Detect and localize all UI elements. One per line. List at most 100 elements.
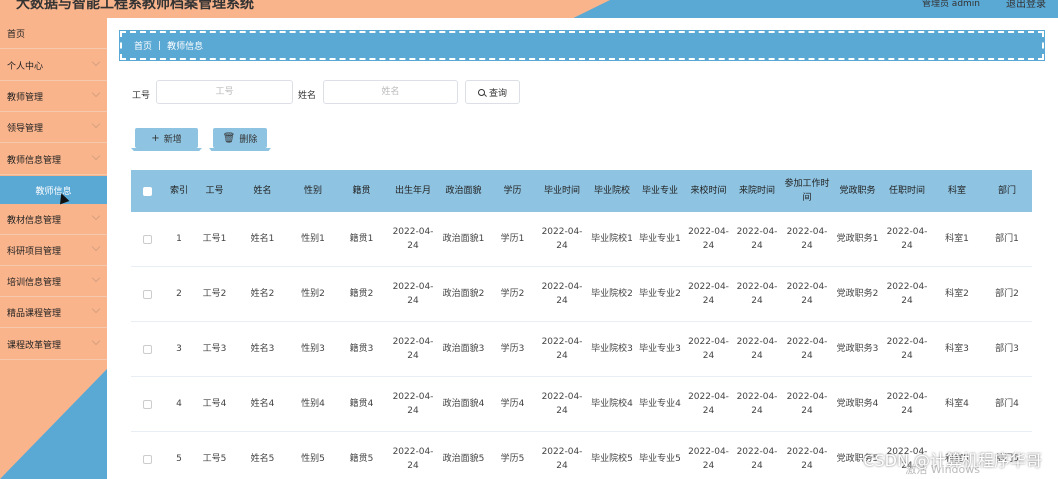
table-cell: 2022-04-24 xyxy=(786,227,828,251)
add-button[interactable]: + 新增 xyxy=(135,128,198,148)
column-header[interactable]: 毕业院校 xyxy=(588,170,636,212)
chevron-down-icon xyxy=(91,304,101,314)
select-all-checkbox-cell xyxy=(131,170,163,212)
column-header[interactable]: 学历 xyxy=(489,170,536,212)
sidebar-item[interactable]: 个人中心 xyxy=(0,50,107,81)
table-row[interactable]: 1 工号1 姓名1 性别1 籍贯1 2022-04-24 政治面貌1 学历1 2022-04-2… xyxy=(131,212,1032,267)
table-cell: 2022-04-24 xyxy=(392,392,434,416)
column-header[interactable]: 部门 xyxy=(982,170,1032,212)
breadcrumb: 首页 | 教师信息 xyxy=(119,30,1045,61)
column-header[interactable]: 性别 xyxy=(291,170,335,212)
table-row[interactable]: 2 工号2 姓名2 性别2 籍贯2 2022-04-24 政治面貌2 学历2 2022-04-2… xyxy=(131,267,1032,322)
chevron-down-icon xyxy=(91,273,101,283)
sidebar-item[interactable]: 精品课程管理 xyxy=(0,297,107,328)
table-cell: 4 xyxy=(176,399,182,409)
table-cell: 性别1 xyxy=(301,234,325,244)
employee-id-input[interactable] xyxy=(156,80,293,104)
column-header[interactable]: 任职时间 xyxy=(882,170,932,212)
table-cell: 2022-04-24 xyxy=(392,337,434,361)
select-all-checkbox[interactable] xyxy=(142,186,152,196)
table-cell: 学历5 xyxy=(500,454,525,464)
current-user: 管理员 admin xyxy=(921,0,980,9)
table-cell: 党政职务2 xyxy=(836,289,879,299)
table-cell: 工号5 xyxy=(202,454,227,464)
chevron-down-icon xyxy=(91,88,101,98)
table-cell: 2022-04-24 xyxy=(736,392,778,416)
sidebar-item-label: 课程改革管理 xyxy=(7,340,62,351)
table-cell: 5 xyxy=(176,454,182,464)
table-cell: 籍贯2 xyxy=(349,289,374,299)
sidebar-item[interactable]: 科研项目管理 xyxy=(0,235,107,266)
table-cell: 2022-04-24 xyxy=(541,392,583,416)
table-cell: 性别5 xyxy=(301,454,325,464)
column-header[interactable]: 政治面貌 xyxy=(438,170,489,212)
row-checkbox[interactable] xyxy=(142,454,152,464)
table-cell: 姓名5 xyxy=(250,454,275,464)
column-header[interactable]: 索引 xyxy=(163,170,195,212)
table-cell: 毕业院校1 xyxy=(591,234,633,244)
app-title: 大数据与智能工程系教师档案管理系统 xyxy=(16,0,254,12)
table-cell: 2022-04-24 xyxy=(688,337,729,361)
add-button-label: 新增 xyxy=(163,134,182,145)
sidebar-item[interactable]: 教师信息管理 xyxy=(0,144,107,175)
row-checkbox[interactable] xyxy=(142,344,152,354)
sidebar-item-label: 个人中心 xyxy=(7,61,44,72)
row-checkbox-cell xyxy=(131,322,163,376)
table-cell: 政治面貌4 xyxy=(442,399,485,409)
column-header[interactable]: 毕业时间 xyxy=(536,170,588,212)
table-cell: 2022-04-24 xyxy=(886,282,928,306)
name-input[interactable] xyxy=(323,80,458,104)
column-header[interactable]: 来校时间 xyxy=(684,170,733,212)
table-row[interactable]: 3 工号3 姓名3 性别3 籍贯3 2022-04-24 政治面貌3 学历3 2022-04-2… xyxy=(131,322,1032,377)
sidebar-item[interactable]: 首页 xyxy=(0,18,107,49)
table-cell: 2022-04-24 xyxy=(786,447,828,471)
breadcrumb-home[interactable]: 首页 xyxy=(134,39,152,52)
column-header[interactable]: 出生年月 xyxy=(388,170,438,212)
table-cell: 2022-04-24 xyxy=(541,282,583,306)
table-cell: 工号2 xyxy=(202,289,227,299)
top-header: 大数据与智能工程系教师档案管理系统 管理员 admin 退出登录 xyxy=(0,0,1058,18)
table-cell: 2022-04-24 xyxy=(886,392,928,416)
column-header[interactable]: 来院时间 xyxy=(733,170,781,212)
chevron-down-icon xyxy=(91,151,101,161)
table-cell: 科室2 xyxy=(945,289,969,299)
table-cell: 性别3 xyxy=(301,344,325,354)
sidebar-item[interactable]: 领导管理 xyxy=(0,112,107,143)
table-cell: 学历4 xyxy=(500,399,525,409)
employee-id-label: 工号 xyxy=(132,91,151,101)
sidebar-item[interactable]: 培训信息管理 xyxy=(0,266,107,297)
table-cell: 政治面貌2 xyxy=(442,289,485,299)
column-header[interactable]: 参加工作时间 xyxy=(781,170,833,212)
table-cell: 性别2 xyxy=(301,289,325,299)
sidebar-item[interactable]: 教材信息管理 xyxy=(0,204,107,235)
table-cell: 2022-04-24 xyxy=(886,337,928,361)
table-cell: 2022-04-24 xyxy=(392,447,434,471)
column-header[interactable]: 工号 xyxy=(195,170,234,212)
sidebar-subitem-teacher-info[interactable]: 教师信息 xyxy=(0,176,107,204)
sidebar: 首页个人中心教师管理 领导管理教师信息管理教材信息管理 科研项目管理 培训信息管理 精品… xyxy=(0,18,107,479)
table-cell: 工号4 xyxy=(202,399,227,409)
column-header[interactable]: 党政职务 xyxy=(833,170,882,212)
row-checkbox[interactable] xyxy=(142,399,152,409)
delete-button[interactable]: 🗑 删除 xyxy=(213,128,267,148)
table-cell: 政治面貌1 xyxy=(442,234,485,244)
table-cell: 毕业专业5 xyxy=(639,454,681,464)
table-cell: 毕业专业2 xyxy=(639,289,681,299)
sidebar-item[interactable]: 课程改革管理 xyxy=(0,329,107,360)
table-cell: 2022-04-24 xyxy=(688,447,729,471)
column-header[interactable]: 科室 xyxy=(932,170,982,212)
table-cell: 2022-04-24 xyxy=(736,447,778,471)
sidebar-item[interactable]: 教师管理 xyxy=(0,81,107,112)
column-header[interactable]: 姓名 xyxy=(234,170,291,212)
sidebar-item-label: 教师信息管理 xyxy=(7,155,62,166)
row-checkbox[interactable] xyxy=(142,234,152,244)
column-header[interactable]: 籍贯 xyxy=(335,170,388,212)
search-button[interactable]: 查询 xyxy=(465,80,520,104)
logout-link[interactable]: 退出登录 xyxy=(1006,0,1046,10)
table-cell: 2022-04-24 xyxy=(786,337,828,361)
column-header[interactable]: 毕业专业 xyxy=(636,170,684,212)
table-cell: 党政职务4 xyxy=(836,399,879,409)
row-checkbox[interactable] xyxy=(142,289,152,299)
table-row[interactable]: 4 工号4 姓名4 性别4 籍贯4 2022-04-24 政治面貌4 学历4 2022-04-2… xyxy=(131,377,1032,432)
table-cell: 部门1 xyxy=(995,234,1019,244)
